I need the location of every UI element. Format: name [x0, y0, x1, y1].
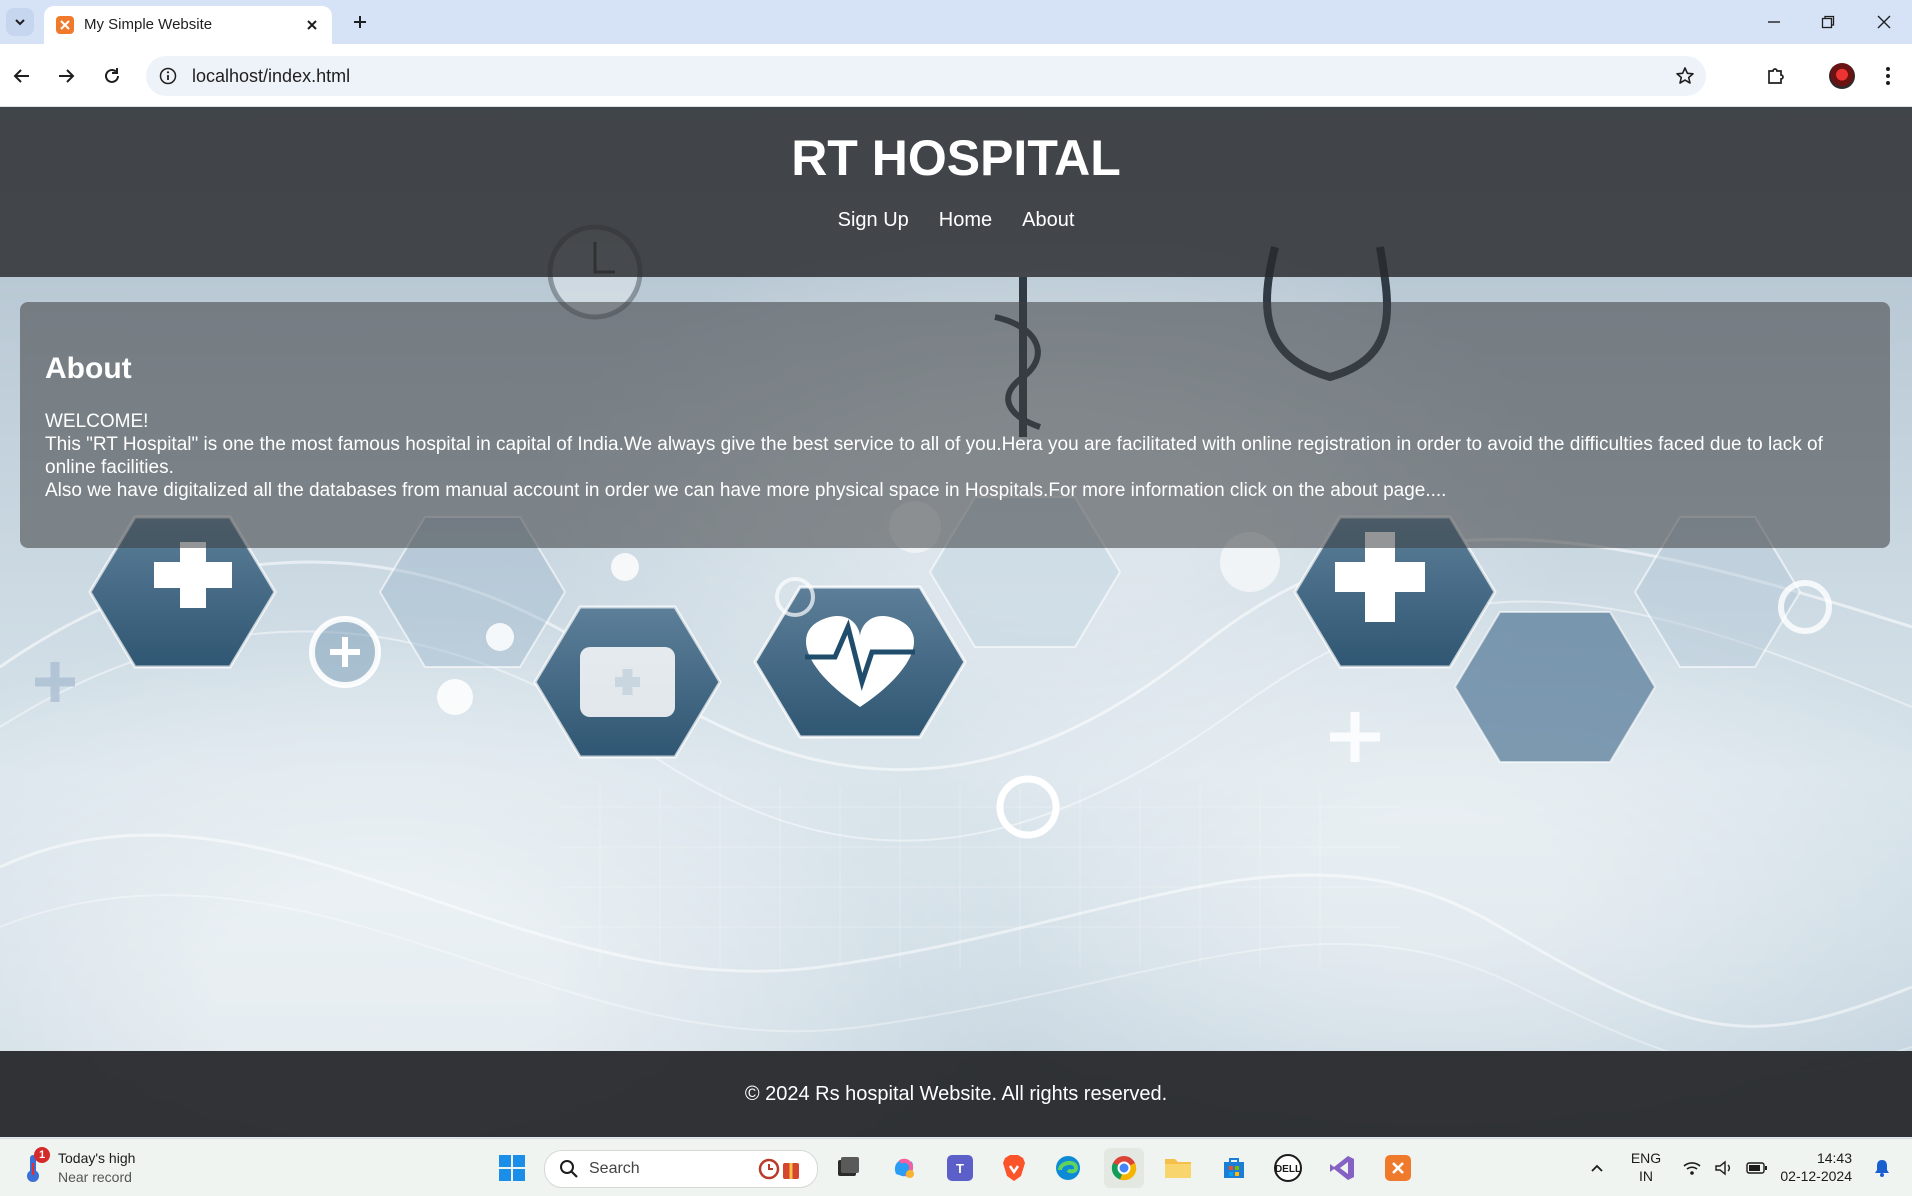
weather-subtitle: Near record	[58, 1169, 132, 1185]
svg-text:DELL: DELL	[1275, 1164, 1301, 1175]
browser-menu-button[interactable]	[1872, 60, 1904, 92]
search-placeholder: Search	[589, 1160, 640, 1177]
taskbar-app-brave[interactable]	[994, 1148, 1034, 1188]
clock-time: 14:43	[1816, 1150, 1852, 1166]
weather-widget[interactable]: 1 Today's high Near record	[18, 1147, 178, 1189]
taskbar-app-dell[interactable]: DELL	[1268, 1148, 1308, 1188]
windows-start-icon	[499, 1155, 525, 1181]
url-text[interactable]: localhost/index.html	[192, 66, 350, 87]
site-title: RT HOSPITAL	[791, 130, 1121, 186]
wifi-icon	[1683, 1162, 1701, 1175]
back-button[interactable]	[6, 60, 38, 92]
extensions-button[interactable]	[1760, 60, 1792, 92]
taskbar-app-visual-studio[interactable]	[1322, 1148, 1362, 1188]
site-nav: Sign Up Home About	[0, 209, 1912, 232]
xampp-favicon-icon	[56, 16, 74, 34]
chrome-icon	[1111, 1156, 1137, 1181]
more-vertical-icon	[1886, 67, 1890, 85]
weather-title: Today's high	[58, 1150, 136, 1166]
site-header: RT HOSPITAL Sign Up Home About	[0, 107, 1912, 277]
reload-icon	[105, 68, 119, 83]
nav-link-sign-up[interactable]: Sign Up	[838, 209, 909, 232]
browser-tab[interactable]: My Simple Website	[44, 6, 332, 44]
store-icon	[1224, 1158, 1244, 1178]
taskbar-app-task-view[interactable]	[828, 1148, 868, 1188]
taskbar-app-edge[interactable]	[1048, 1148, 1088, 1188]
close-window-button[interactable]	[1862, 6, 1906, 38]
about-text: WELCOME! This "RT Hospital" is one the m…	[45, 410, 1865, 502]
taskbar-app-chrome[interactable]	[1104, 1148, 1144, 1188]
nav-link-home[interactable]: Home	[939, 209, 992, 232]
task-view-icon	[838, 1157, 859, 1176]
region-code: IN	[1639, 1168, 1653, 1184]
chevron-up-icon	[1591, 1164, 1603, 1172]
about-paragraph-1: This "RT Hospital" is one the most famou…	[45, 434, 1823, 478]
page-viewport: RT HOSPITAL Sign Up Home About About WEL…	[0, 107, 1912, 1137]
teams-icon: T	[947, 1155, 973, 1181]
visual-studio-icon	[1330, 1156, 1354, 1180]
close-icon	[1877, 15, 1891, 29]
taskbar-app-copilot[interactable]	[884, 1148, 924, 1188]
taskbar-search[interactable]: Search	[544, 1150, 818, 1188]
chevron-down-icon	[15, 19, 25, 26]
arrow-left-icon	[13, 69, 29, 83]
about-heading: About	[45, 352, 132, 385]
search-highlight-icon	[758, 1158, 799, 1180]
bell-icon	[1875, 1160, 1889, 1177]
windows-taskbar: 1 Today's high Near record Search T DELL	[0, 1138, 1912, 1196]
search-icon	[560, 1160, 578, 1178]
about-paragraph-2: Also we have digitalized all the databas…	[45, 480, 1447, 501]
taskbar-app-teams[interactable]: T	[940, 1148, 980, 1188]
new-tab-button[interactable]	[346, 10, 374, 34]
profile-button[interactable]	[1826, 60, 1858, 92]
minimize-icon	[1768, 21, 1780, 23]
nav-link-about[interactable]: About	[1022, 209, 1074, 232]
language-code: ENG	[1630, 1150, 1662, 1166]
brave-icon	[1003, 1155, 1025, 1181]
plus-icon	[354, 16, 366, 28]
input-language-indicator[interactable]: ENG IN	[1628, 1149, 1664, 1185]
volume-icon	[1715, 1160, 1730, 1176]
taskbar-app-store[interactable]	[1214, 1148, 1254, 1188]
taskbar-app-xampp[interactable]	[1378, 1148, 1418, 1188]
copilot-icon	[894, 1158, 914, 1178]
minimize-button[interactable]	[1752, 6, 1796, 38]
footer-copyright: © 2024 Rs hospital Website. All rights r…	[744, 1082, 1168, 1105]
dell-icon: DELL	[1274, 1154, 1302, 1182]
avatar	[1829, 63, 1855, 89]
restore-button[interactable]	[1806, 6, 1850, 38]
browser-tab-strip: My Simple Website	[0, 0, 1912, 44]
show-hidden-icons-button[interactable]	[1582, 1139, 1612, 1196]
notifications-button[interactable]	[1868, 1139, 1896, 1196]
tab-title: My Simple Website	[84, 16, 213, 33]
forward-button[interactable]	[50, 60, 82, 92]
tab-search-button[interactable]	[6, 8, 34, 36]
arrow-right-icon	[59, 69, 75, 83]
start-button[interactable]	[492, 1148, 532, 1188]
welcome-text: WELCOME!	[45, 411, 149, 432]
browser-toolbar: localhost/index.html	[0, 44, 1912, 107]
taskbar-app-file-explorer[interactable]	[1158, 1148, 1198, 1188]
info-icon[interactable]	[158, 66, 178, 86]
close-tab-icon[interactable]	[302, 15, 322, 35]
folder-icon	[1165, 1159, 1191, 1178]
restore-icon	[1821, 15, 1835, 29]
quick-settings-button[interactable]	[1680, 1139, 1770, 1196]
reload-button[interactable]	[96, 60, 128, 92]
bookmark-star-icon[interactable]	[1672, 63, 1698, 89]
system-clock[interactable]: 14:43 02-12-2024	[1780, 1149, 1852, 1185]
battery-icon	[1746, 1162, 1767, 1174]
edge-icon	[1056, 1156, 1080, 1180]
address-bar[interactable]: localhost/index.html	[146, 56, 1706, 96]
xampp-icon	[1385, 1155, 1411, 1181]
weather-alert-badge: 1	[34, 1147, 50, 1163]
about-section: About WELCOME! This "RT Hospital" is one…	[20, 302, 1890, 548]
puzzle-icon	[1768, 68, 1784, 84]
site-footer: © 2024 Rs hospital Website. All rights r…	[0, 1051, 1912, 1137]
clock-date: 02-12-2024	[1780, 1168, 1852, 1184]
